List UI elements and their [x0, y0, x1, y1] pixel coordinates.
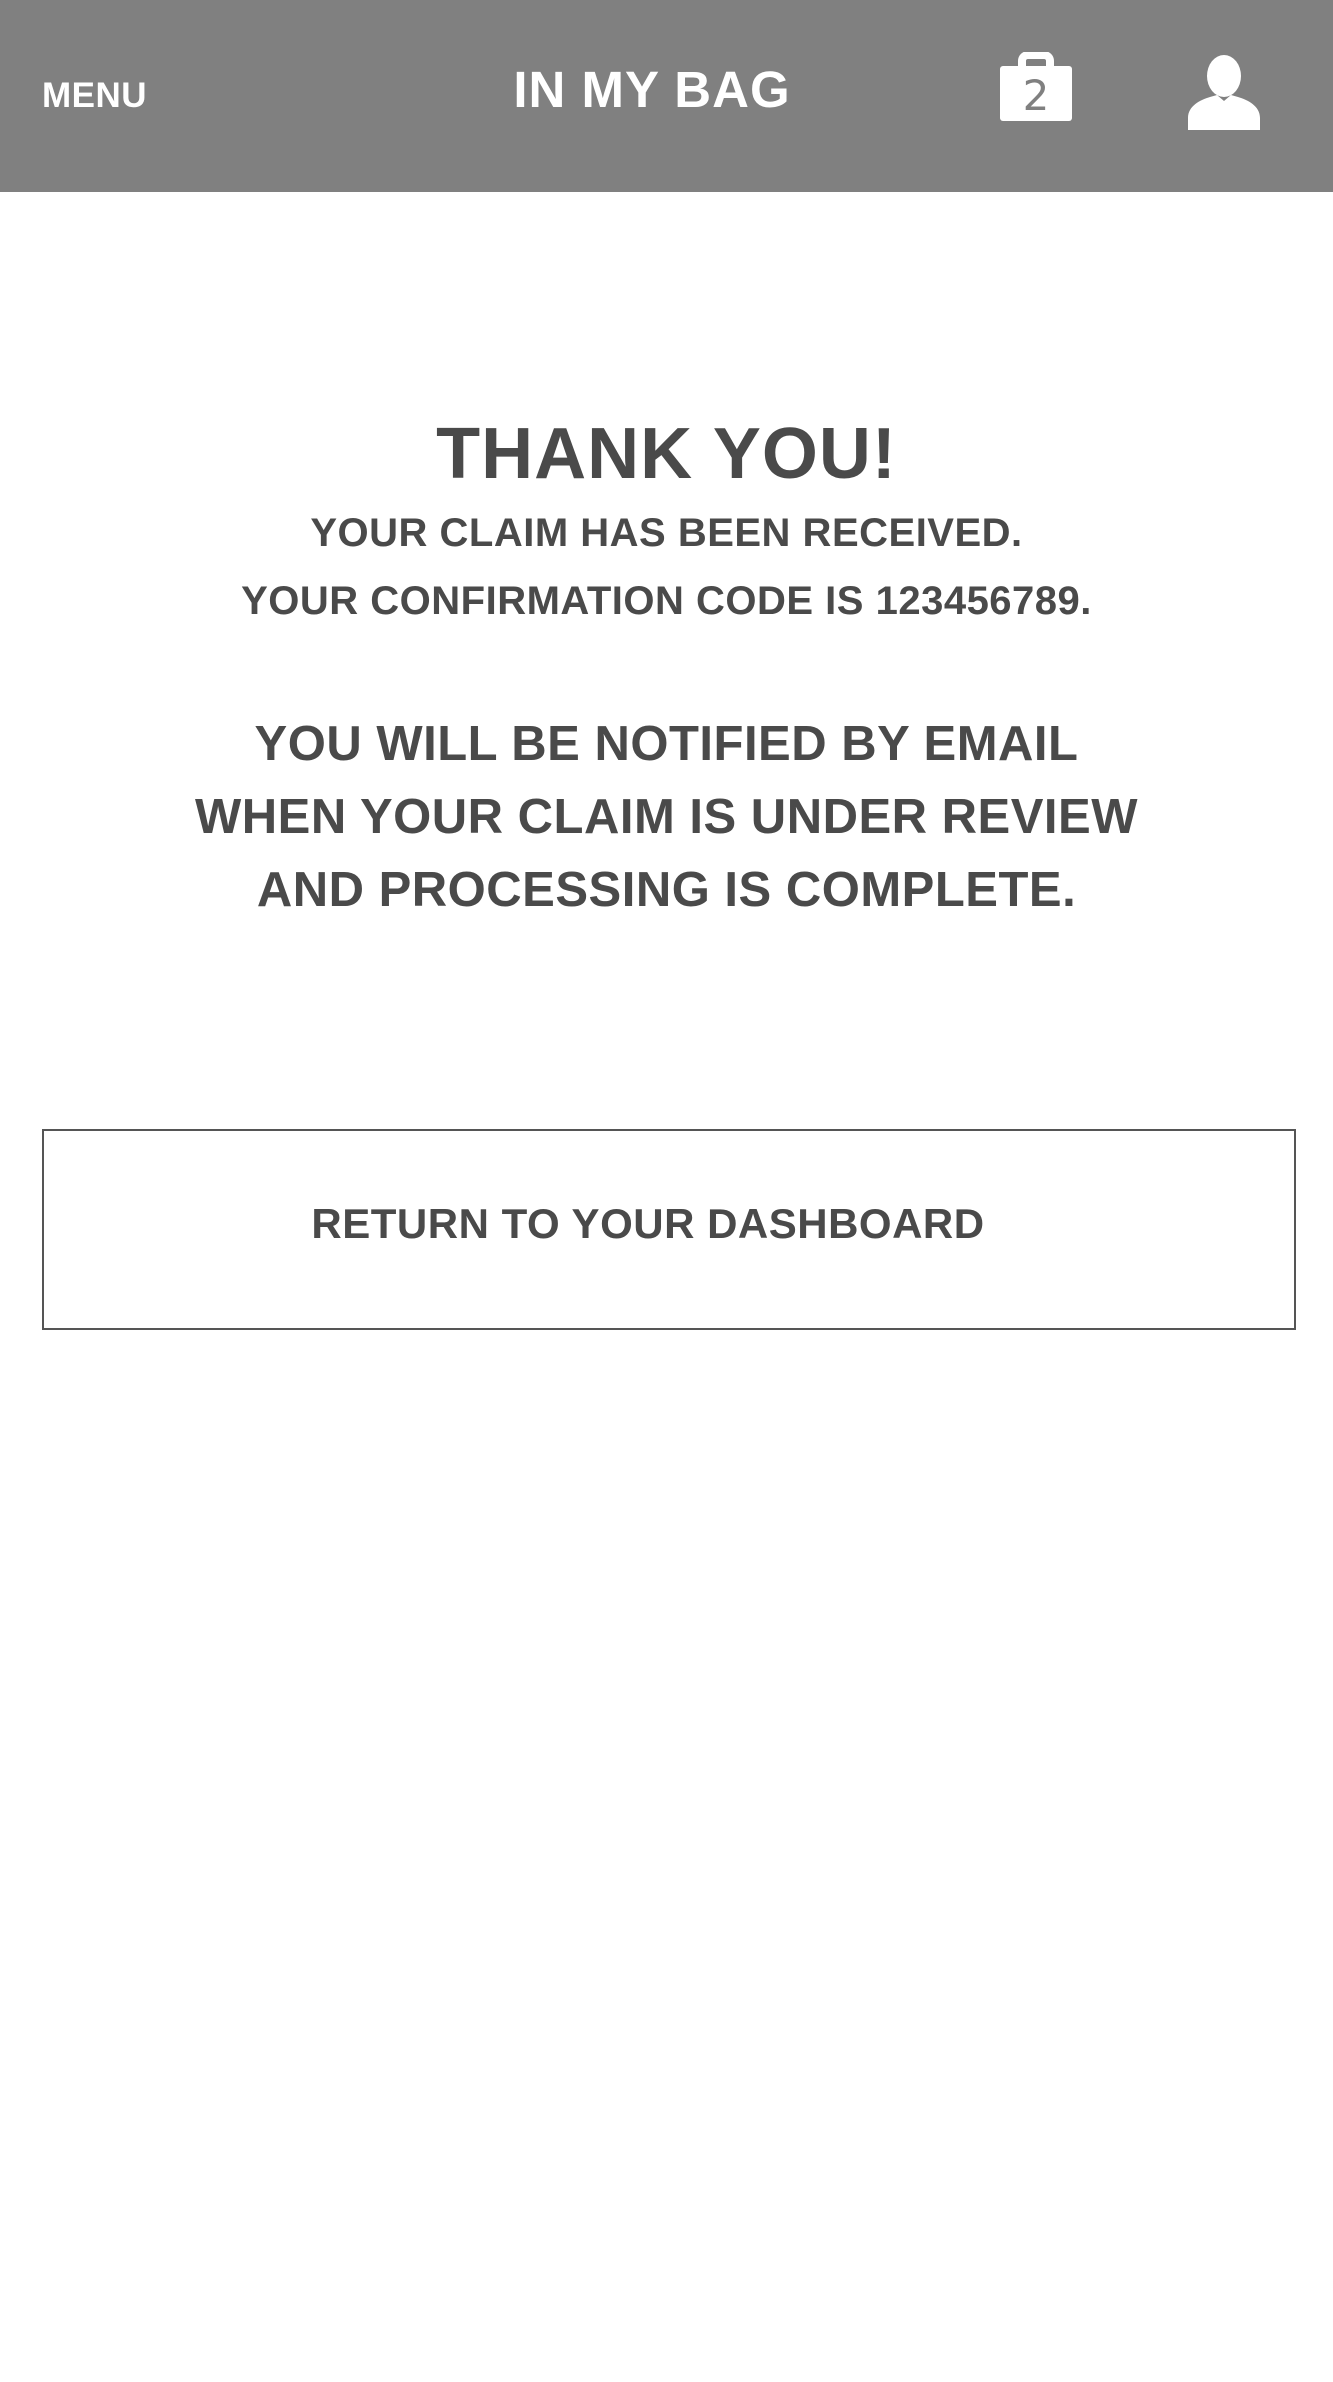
thank-you-heading: THANK YOU!: [436, 414, 897, 494]
top-bar: MENU IN MY BAG 2: [0, 0, 1333, 192]
page-title: IN MY BAG: [513, 61, 791, 118]
email-notice-line: AND PROCESSING IS COMPLETE.: [256, 863, 1077, 917]
user-icon: [1188, 55, 1260, 130]
user-button[interactable]: [1186, 54, 1262, 130]
confirmation-code-text: YOUR CONFIRMATION CODE IS 123456789.: [241, 579, 1092, 623]
email-notice-line: YOU WILL BE NOTIFIED BY EMAIL: [254, 717, 1079, 771]
email-notice-line: WHEN YOUR CLAIM IS UNDER REVIEW: [195, 790, 1138, 844]
claim-received-text: YOUR CLAIM HAS BEEN RECEIVED.: [310, 511, 1023, 555]
bag-button[interactable]: 2: [998, 52, 1074, 122]
bag-count-badge: 2: [1022, 71, 1050, 120]
return-to-dashboard-label: RETURN TO YOUR DASHBOARD: [311, 1200, 985, 1247]
email-notice: YOU WILL BE NOTIFIED BY EMAIL WHEN YOUR …: [0, 708, 1333, 927]
return-to-dashboard-button[interactable]: RETURN TO YOUR DASHBOARD: [42, 1129, 1296, 1330]
